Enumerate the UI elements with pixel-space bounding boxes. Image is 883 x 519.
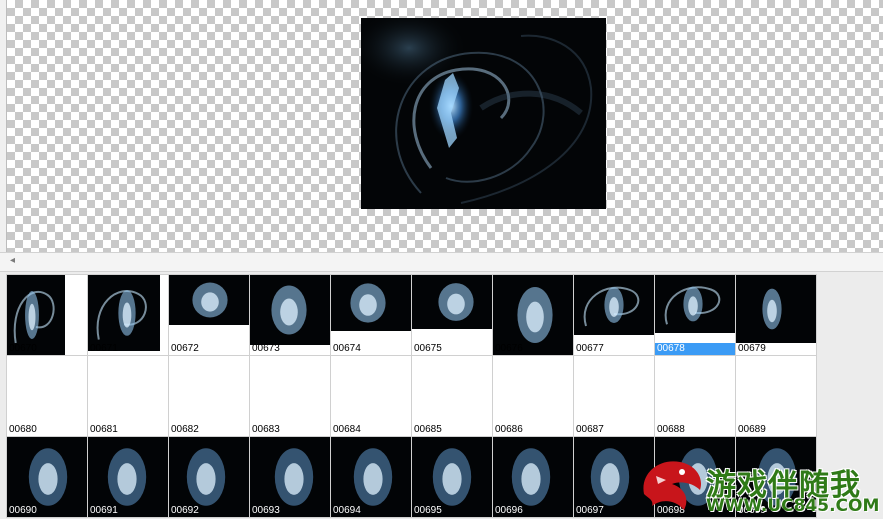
frame-label: 00683 <box>252 424 280 435</box>
watermark-url: WWW.UC845.COM <box>706 496 880 516</box>
frame-cell[interactable]: 00677 <box>573 274 655 356</box>
frame-thumbnail-figure <box>736 275 816 343</box>
frame-thumbnail <box>574 275 654 335</box>
frame-cell[interactable]: 00672 <box>168 274 250 356</box>
frame-thumbnail <box>655 275 735 333</box>
frame-cell[interactable]: 00679 <box>735 274 817 356</box>
frame-cell[interactable]: 00690 <box>6 436 88 518</box>
frame-label: 00687 <box>576 424 604 435</box>
frame-label: 00675 <box>414 343 442 354</box>
frame-cell[interactable]: 00687 <box>573 355 655 437</box>
frame-cell[interactable]: 00680 <box>6 355 88 437</box>
transparent-canvas[interactable] <box>7 0 883 252</box>
frame-label: 00696 <box>495 505 523 516</box>
frame-label: 00691 <box>90 505 118 516</box>
frame-cell[interactable]: 00675 <box>411 274 493 356</box>
frame-label: 00689 <box>738 424 766 435</box>
frame-label: 00688 <box>657 424 685 435</box>
frame-cell[interactable]: 00682 <box>168 355 250 437</box>
frame-cell[interactable]: 00674 <box>330 274 412 356</box>
frame-label: 00680 <box>9 424 37 435</box>
frame-cell[interactable]: 00693 <box>249 436 331 518</box>
frame-cell[interactable]: 00676 <box>492 274 574 356</box>
frame-label: 00692 <box>171 505 199 516</box>
frame-thumbnail <box>169 275 249 325</box>
frame-label: 00672 <box>171 343 199 354</box>
frame-cell[interactable]: 00685 <box>411 355 493 437</box>
frame-cell[interactable]: 00684 <box>330 355 412 437</box>
frame-thumbnail <box>250 275 330 345</box>
scroll-left-arrow-icon[interactable]: ◂ <box>10 255 15 266</box>
dragon-logo-icon <box>643 461 702 510</box>
frame-thumbnail-burst <box>250 275 330 345</box>
frame-label: 00690 <box>9 505 37 516</box>
frame-cell[interactable]: 00696 <box>492 436 574 518</box>
frame-cell[interactable]: 00686 <box>492 355 574 437</box>
frame-cell[interactable]: 00670 <box>6 274 88 356</box>
frame-cell[interactable]: 00683 <box>249 355 331 437</box>
frame-label: 00676 <box>495 343 523 354</box>
frame-thumbnail-swirl <box>574 275 654 335</box>
frame-label: 00674 <box>333 343 361 354</box>
frame-thumbnail-burst <box>331 275 411 331</box>
frame-thumbnail <box>736 275 816 343</box>
spiral-effect-preview-icon <box>361 18 606 209</box>
frame-label: 00670 <box>9 343 37 354</box>
left-ruler <box>0 0 7 262</box>
frame-thumbnail-swirl <box>655 275 735 333</box>
frame-thumbnail-burst <box>412 275 492 329</box>
frame-label: 00681 <box>90 424 118 435</box>
frame-cell[interactable]: 00694 <box>330 436 412 518</box>
frame-cell[interactable]: 00688 <box>654 355 736 437</box>
frame-preview <box>361 18 606 209</box>
frame-label: 00678 <box>657 343 685 354</box>
frame-label: 00695 <box>414 505 442 516</box>
frame-label: 00694 <box>333 505 361 516</box>
frame-label: 00697 <box>576 505 604 516</box>
frame-thumbnail-burst <box>169 275 249 325</box>
frame-thumbnail <box>412 275 492 329</box>
frame-label: 00693 <box>252 505 280 516</box>
frame-label: 00673 <box>252 343 280 354</box>
frame-label: 00684 <box>333 424 361 435</box>
frame-label: 00686 <box>495 424 523 435</box>
frame-cell[interactable]: 00692 <box>168 436 250 518</box>
frame-thumbnail <box>331 275 411 331</box>
site-watermark: 游戏伴随我 WWW.UC845.COM <box>636 452 883 519</box>
horizontal-scrollbar[interactable]: ◂ <box>0 252 883 272</box>
frame-label: 00677 <box>576 343 604 354</box>
frame-cell[interactable]: 00689 <box>735 355 817 437</box>
frame-cell[interactable]: 00695 <box>411 436 493 518</box>
frame-label: 00679 <box>738 343 766 354</box>
frame-label: 00685 <box>414 424 442 435</box>
frame-cell[interactable]: 00678 <box>654 274 736 356</box>
frame-label: 00671 <box>90 343 118 354</box>
frame-thumbnail-swirl <box>88 275 160 351</box>
frame-cell[interactable]: 00673 <box>249 274 331 356</box>
frame-cell[interactable]: 00681 <box>87 355 169 437</box>
frame-label: 00682 <box>171 424 199 435</box>
frame-cell[interactable]: 00671 <box>87 274 169 356</box>
frame-thumbnail <box>88 275 160 351</box>
frame-cell[interactable]: 00691 <box>87 436 169 518</box>
